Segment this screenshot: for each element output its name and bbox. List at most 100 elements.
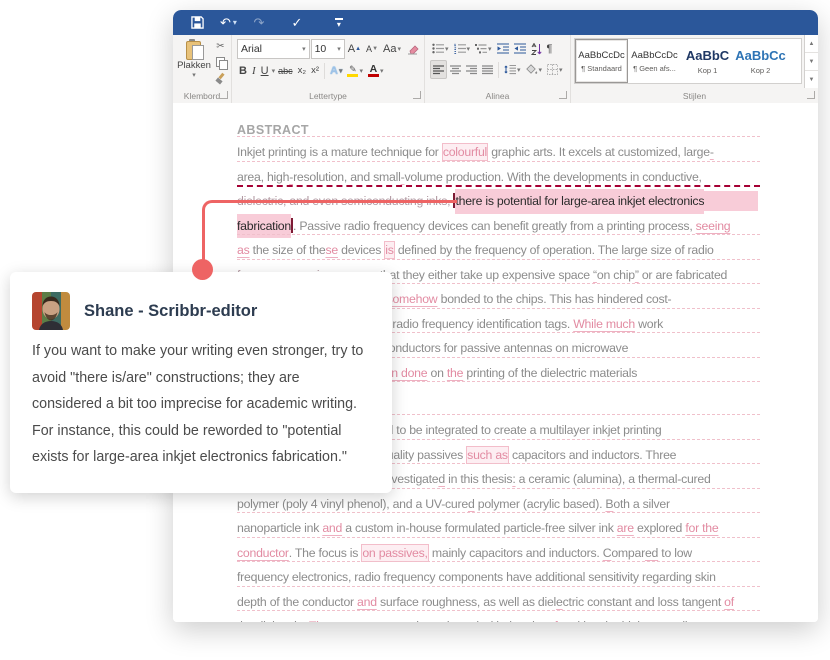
line-spacing-icon (504, 64, 516, 75)
text-effects-button[interactable]: A ▾ (328, 61, 344, 80)
styles-gallery: AaBbCcDc ¶ Standaard AaBbCcDc ¶ Geen afs...… (574, 38, 802, 84)
styles-scroll-up-button[interactable]: ▲ (805, 35, 818, 53)
ribbon-group-paragraph: ▾ ▾ ▾ ¶ ▾ ▾ ▾ Alinea (425, 35, 571, 103)
screenshot-canvas: ↶ ▾ ↷ ✓ ▾ Plakken ▾ ✂ Klembord Arial ▾ 1… (0, 0, 830, 660)
multilevel-list-button[interactable]: ▾ (473, 39, 494, 58)
style-card[interactable]: AaBbCc Kop 2 (734, 39, 787, 83)
line-spacing-button[interactable]: ▾ (502, 60, 523, 79)
multilevel-list-icon (475, 44, 488, 54)
increase-indent-button[interactable] (512, 39, 528, 58)
doc-text-segment: These (309, 614, 342, 622)
align-left-button[interactable] (430, 60, 447, 79)
eraser-icon (408, 44, 419, 54)
grow-font-button[interactable]: A ▲ (346, 40, 363, 59)
subscript-button[interactable]: x₂ (296, 61, 308, 80)
group-label-styles: Stijlen (682, 90, 707, 101)
redo-icon: ↷ (253, 14, 265, 30)
numbered-list-button[interactable]: ▾ (452, 39, 473, 58)
doc-text-segment: on passives, (361, 543, 429, 562)
style-sample: AaBbCc (735, 47, 786, 63)
dialog-launcher-icon[interactable] (559, 91, 567, 99)
style-label: ¶ Geen afs... (633, 63, 676, 73)
style-card[interactable]: AaBbCcDc ¶ Standaard (575, 39, 628, 83)
format-painter-button[interactable] (212, 71, 229, 86)
chevron-down-icon: ▾ (466, 45, 471, 53)
justify-button[interactable] (480, 60, 495, 79)
track-changes-check-button[interactable]: ✓ (285, 13, 309, 33)
chevron-down-icon: ▾ (232, 18, 237, 27)
doc-text-segment: concerns are investigated with the aim (342, 614, 548, 622)
cut-button[interactable]: ✂ (212, 39, 229, 54)
change-case-button[interactable]: Aa ▾ (381, 40, 403, 59)
doc-text-segment: making the highest quality (558, 614, 697, 622)
chevron-down-icon: ▾ (359, 67, 363, 75)
chevron-down-icon: ▾ (559, 66, 563, 74)
shading-button[interactable]: ▾ (524, 60, 545, 79)
align-center-button[interactable] (448, 60, 463, 79)
paste-button[interactable]: Plakken ▾ (177, 39, 211, 88)
superscript-button[interactable]: x² (309, 61, 321, 80)
align-center-icon (450, 64, 461, 74)
styles-scrollbar: ▲ ▼ ▼ (804, 35, 818, 88)
align-left-icon (433, 64, 444, 74)
align-right-button[interactable] (464, 60, 479, 79)
ribbon-group-font: Arial ▾ 10 ▾ A ▲ A ▼ Aa ▾ B I U ▾ abc x₂… (232, 35, 425, 103)
doc-line[interactable]: the dielectric. These concerns are inves… (237, 610, 760, 622)
doc-text-segment: is (384, 241, 395, 259)
check-icon: ✓ (291, 14, 303, 30)
chevron-down-icon: ▾ (445, 45, 449, 53)
comment-author: Shane - Scribbr-editor (84, 301, 258, 320)
undo-button[interactable]: ↶ ▾ (214, 13, 243, 33)
decrease-indent-icon (496, 43, 509, 54)
text-highlight-button[interactable]: ✎ ▾ (345, 61, 365, 80)
style-card[interactable]: AaBbC Kop 1 (681, 39, 734, 83)
styles-more-button[interactable]: ▼ (805, 71, 818, 88)
save-button[interactable] (185, 13, 210, 33)
sort-button[interactable] (529, 39, 544, 58)
group-label-paragraph: Alinea (485, 90, 510, 101)
style-card[interactable]: AaBbCcDc ¶ Geen afs... (628, 39, 681, 83)
doc-text-segment: colourful (441, 143, 489, 161)
style-label: Kop 1 (697, 65, 718, 75)
doc-text-segment: dielectric, and even semiconducting inks… (237, 194, 451, 208)
show-marks-button[interactable]: ¶ (545, 39, 555, 58)
font-family-select[interactable]: Arial ▾ (237, 39, 310, 59)
font-size-select[interactable]: 10 ▾ (310, 39, 345, 59)
underline-button[interactable]: U (259, 61, 271, 80)
chevron-down-icon: ▾ (488, 45, 492, 53)
text-effects-icon: A (329, 64, 338, 77)
ribbon-group-clipboard: Plakken ▾ ✂ Klembord (173, 35, 232, 103)
style-label: Kop 2 (750, 65, 771, 75)
font-color-button[interactable]: A ▾ (366, 61, 386, 80)
chevron-down-icon: ▾ (192, 72, 196, 79)
style-sample: AaBbCcDc (631, 49, 678, 61)
sort-icon (530, 42, 542, 55)
dialog-launcher-icon[interactable] (413, 91, 421, 99)
italic-button[interactable]: I (250, 61, 258, 80)
highlighter-icon: ✎ (347, 64, 359, 77)
bullet-list-button[interactable]: ▾ (430, 39, 451, 58)
dialog-launcher-icon[interactable] (807, 91, 815, 99)
dialog-launcher-icon[interactable] (220, 91, 228, 99)
chevron-down-icon: ▾ (338, 67, 343, 75)
chevron-down-icon: ▾ (517, 66, 521, 74)
styles-scroll-down-button[interactable]: ▼ (805, 53, 818, 71)
strikethrough-button[interactable]: abc (276, 61, 295, 80)
bold-button[interactable]: B (237, 61, 249, 80)
customize-quick-access-button[interactable]: ▾ (327, 13, 351, 33)
doc-text-segment: the dielectric. (237, 614, 309, 622)
shrink-font-button[interactable]: A ▼ (364, 40, 380, 59)
chevron-down-icon: ▾ (336, 19, 341, 29)
decrease-indent-button[interactable] (495, 39, 511, 58)
style-sample: AaBbC (685, 47, 730, 63)
doc-text-segment: such as (466, 445, 509, 464)
paste-icon (185, 39, 204, 60)
borders-button[interactable]: ▾ (545, 60, 565, 79)
doc-line[interactable]: dielectric, and even semiconducting inks… (237, 185, 760, 214)
chevron-down-icon[interactable]: ▾ (272, 67, 276, 75)
clear-formatting-button[interactable] (404, 40, 421, 59)
save-icon (191, 16, 204, 29)
redo-button[interactable]: ↷ (247, 13, 271, 33)
numbered-list-icon (453, 43, 466, 54)
copy-button[interactable] (212, 55, 229, 70)
